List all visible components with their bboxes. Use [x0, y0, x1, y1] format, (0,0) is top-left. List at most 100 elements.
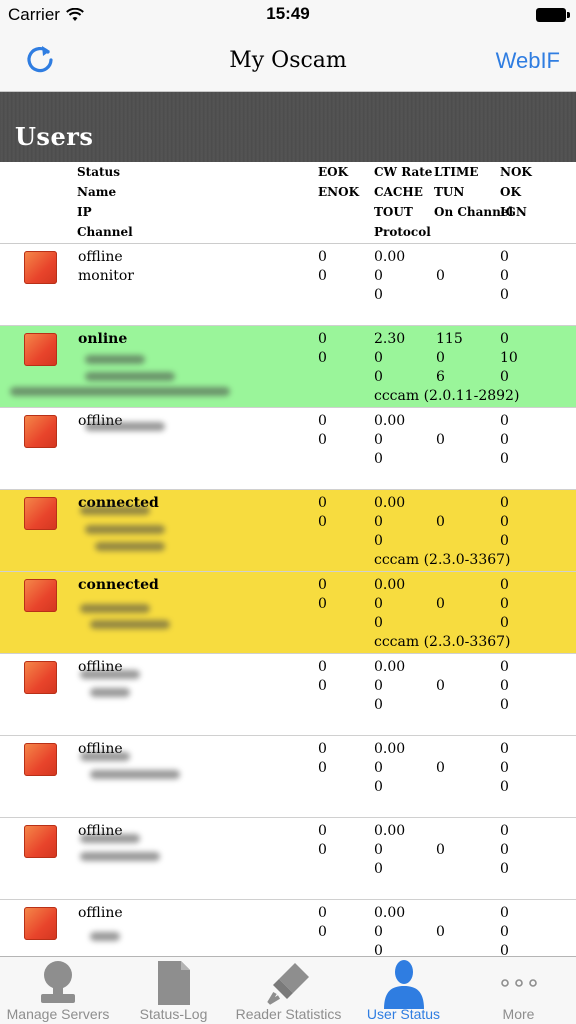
value-protocol: cccam (2.3.0-3367): [374, 552, 511, 568]
value-enok: 0: [318, 432, 327, 448]
redacted-text: [85, 372, 175, 381]
user-row[interactable]: offline monitor 0 0 0.00 0 0 0 0 0 0: [0, 244, 576, 326]
value-tun: 0: [436, 842, 445, 858]
tab-bar: Manage Servers Status-Log Reader Statist…: [0, 956, 576, 1024]
value-eok: 0: [318, 577, 327, 593]
tab-user-status[interactable]: User Status: [346, 957, 461, 1024]
user-name: monitor: [78, 268, 134, 284]
redacted-text: [95, 542, 165, 551]
value-cw-rate: 0.00: [374, 659, 406, 675]
value-cw-rate: 2.30: [374, 331, 406, 347]
value-ign: 0: [500, 369, 509, 385]
status-square-icon: [24, 497, 57, 530]
value-tout: 0: [374, 287, 383, 303]
webif-button[interactable]: WebIF: [496, 48, 560, 74]
user-row[interactable]: offline 0 0 0.00 0 0 0 0 0 0: [0, 818, 576, 900]
value-eok: 0: [318, 331, 327, 347]
value-ok: 0: [500, 268, 509, 284]
redacted-text: [80, 670, 140, 679]
clock: 15:49: [266, 4, 310, 23]
value-ign: 0: [500, 287, 509, 303]
value-ok: 0: [500, 514, 509, 530]
user-status: connected: [78, 577, 159, 593]
redacted-text: [85, 355, 145, 364]
value-cache: 0: [374, 514, 383, 530]
value-enok: 0: [318, 678, 327, 694]
user-row[interactable]: offline 0 0 0.00 0 0 0 0 0 0: [0, 408, 576, 490]
status-square-icon: [24, 907, 57, 940]
value-tout: 0: [374, 615, 383, 631]
redacted-text: [80, 852, 160, 861]
redacted-text: [80, 604, 150, 613]
value-on-channel: 6: [436, 369, 445, 385]
value-ign: 0: [500, 615, 509, 631]
navigation-bar: My Oscam WebIF: [0, 30, 576, 92]
value-nok: 0: [500, 577, 509, 593]
value-cache: 0: [374, 842, 383, 858]
status-square-icon: [24, 825, 57, 858]
user-row[interactable]: offline 0 0 0.00 0 0 0 0 0 0: [0, 654, 576, 736]
header-col-cwrate: CW Rate CACHE TOUT Protocol: [374, 165, 433, 239]
document-icon: [157, 961, 190, 1005]
section-header: Users: [0, 92, 576, 162]
user-row[interactable]: connected 0 0 0.00 0 0 cccam (2.3.0-3367) 0 0 0 0: [0, 572, 576, 654]
value-ok: 0: [500, 924, 509, 940]
redacted-text: [80, 506, 150, 515]
value-protocol: cccam (2.0.11-2892): [374, 388, 520, 404]
redacted-text: [85, 525, 165, 534]
value-enok: 0: [318, 596, 327, 612]
person-server-icon: [41, 961, 75, 1003]
value-ltime: 115: [436, 331, 463, 347]
redacted-text: [90, 932, 120, 941]
value-eok: 0: [318, 823, 327, 839]
user-row[interactable]: offline 0 0 0.00 0 0 0 0 0 0: [0, 736, 576, 818]
tab-reader-statistics[interactable]: Reader Statistics: [231, 957, 346, 1024]
value-cache: 0: [374, 678, 383, 694]
value-ign: 0: [500, 861, 509, 877]
column-header: Status Name IP Channel EOK ENOK CW Rate …: [0, 162, 576, 244]
page-title: My Oscam: [229, 48, 347, 73]
value-ok: 0: [500, 678, 509, 694]
more-dots-icon: [500, 979, 537, 987]
value-tun: 0: [436, 350, 445, 366]
value-cache: 0: [374, 432, 383, 448]
header-col-nok: NOK OK IGN: [500, 165, 532, 219]
status-bar: Carrier 15:49: [0, 0, 576, 30]
tab-manage-servers[interactable]: Manage Servers: [0, 957, 116, 1024]
value-nok: 0: [500, 659, 509, 675]
value-eok: 0: [318, 495, 327, 511]
tab-more[interactable]: More: [461, 957, 576, 1024]
value-tout: 0: [374, 533, 383, 549]
status-square-icon: [24, 415, 57, 448]
value-ign: 0: [500, 533, 509, 549]
value-enok: 0: [318, 268, 327, 284]
redacted-text: [90, 620, 170, 629]
value-enok: 0: [318, 350, 327, 366]
value-ok: 10: [500, 350, 518, 366]
value-tun: 0: [436, 514, 445, 530]
value-ign: 0: [500, 451, 509, 467]
value-tout: 0: [374, 451, 383, 467]
value-eok: 0: [318, 905, 327, 921]
value-ok: 0: [500, 432, 509, 448]
value-eok: 0: [318, 659, 327, 675]
value-tout: 0: [374, 369, 383, 385]
user-row[interactable]: online 0 0 2.30 0 0 cccam (2.0.11-2892) 115 0 6 0 1…: [0, 326, 576, 408]
value-tun: 0: [436, 678, 445, 694]
value-protocol: cccam (2.3.0-3367): [374, 634, 511, 650]
user-row[interactable]: connected 0 0 0.00 0 0 cccam (2.3.0-3367) 0 0 0 0: [0, 490, 576, 572]
value-ign: 0: [500, 779, 509, 795]
value-eok: 0: [318, 741, 327, 757]
value-cw-rate: 0.00: [374, 413, 406, 429]
value-tun: 0: [436, 760, 445, 776]
status-square-icon: [24, 579, 57, 612]
value-tun: 0: [436, 268, 445, 284]
value-enok: 0: [318, 924, 327, 940]
value-tun: 0: [436, 432, 445, 448]
value-cache: 0: [374, 760, 383, 776]
header-col-status: Status Name IP Channel: [77, 165, 133, 239]
value-cw-rate: 0.00: [374, 577, 406, 593]
tab-status-log[interactable]: Status-Log: [116, 957, 231, 1024]
value-enok: 0: [318, 760, 327, 776]
user-status: online: [78, 331, 128, 347]
